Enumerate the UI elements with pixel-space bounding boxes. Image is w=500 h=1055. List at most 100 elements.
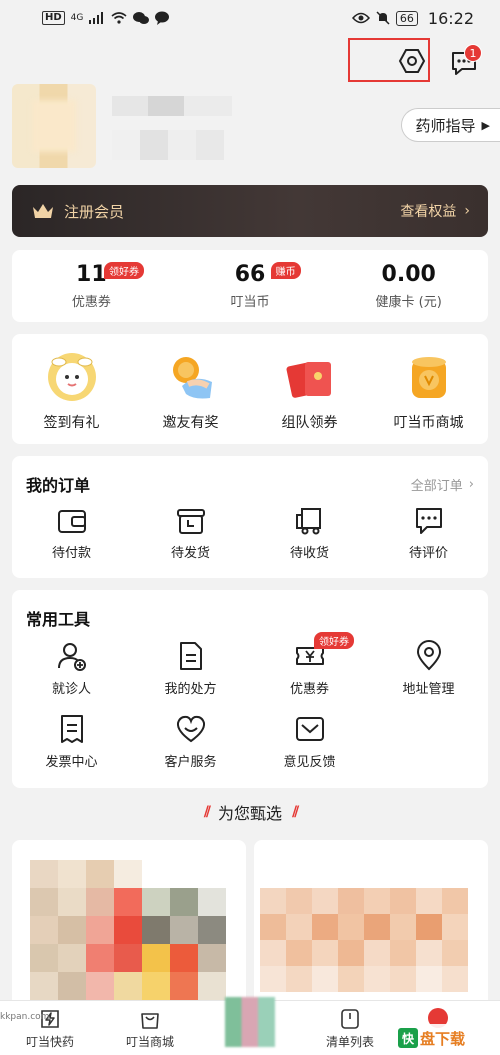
wallet-icon [57,510,86,533]
account-stats: 11 优惠券 领好券 66 叮当币 赚币 0.00 健康卡 (元) [12,250,488,322]
invoice-icon [60,715,83,743]
tool-label: 客户服务 [164,755,217,770]
prescription-icon [179,642,202,670]
nav-mall[interactable]: 叮当商城 [100,1001,200,1055]
promo-checkin[interactable]: 签到有礼 [12,334,131,444]
tool-label: 我的处方 [164,682,217,697]
my-orders-section: 我的订单 全部订单 › 待付款 待发货 待收货 待评价 [12,456,488,578]
nav-quick-medicine[interactable]: 叮当快药 [0,1001,100,1055]
pharmacist-guide-label: 药师指导 [415,116,476,135]
product-card[interactable] [12,840,246,1010]
gift-checkin-icon [47,353,96,401]
promo-coin-mall[interactable]: 叮当币商城 [369,334,488,444]
chat-bubble-icon [155,11,170,25]
logo-text: 盘下载 [420,1029,466,1048]
order-label: 待收货 [289,546,329,561]
promo-label: 邀友有奖 [162,415,219,431]
coupon-tag-badge: 领好券 [314,632,354,649]
chevron-right-icon: › [464,203,470,219]
coupon-tag-badge: 领好券 [104,262,144,279]
order-label: 待发货 [170,546,210,561]
member-banner[interactable]: 注册会员 查看权益 › [12,185,488,237]
tool-coupons[interactable]: 优惠券 领好券 [250,630,369,697]
location-icon [416,640,441,671]
slash-decoration-icon: // [292,804,299,820]
tool-label: 地址管理 [402,682,455,697]
nav-list[interactable]: 清单列表 [300,1001,400,1055]
user-info-blurred [112,130,224,160]
stat-value: 11 [76,262,107,287]
tool-label: 优惠券 [289,682,329,697]
coin-mall-icon [411,357,446,398]
order-pending-payment[interactable]: 待付款 [12,496,131,561]
product-image-blurred [30,860,226,1000]
slash-decoration-icon: // [203,804,211,820]
member-label: 注册会员 [64,202,125,221]
stat-label: 叮当币 [230,295,270,310]
status-bar: HD 4G 66 16:22 [0,0,500,36]
mute-bell-icon [376,11,390,25]
tool-patients[interactable]: 就诊人 [12,630,131,697]
promo-label: 组队领券 [281,415,338,431]
nav-label: 叮当快药 [25,1035,74,1049]
list-icon [341,1009,359,1029]
nav-label: 叮当商城 [125,1035,174,1049]
logo-box: 快 [398,1028,418,1048]
stat-health-card[interactable]: 0.00 健康卡 (元) [329,250,488,322]
tool-customer-service[interactable]: 客户服务 [131,703,250,770]
recommend-title: 为您甄选 [217,804,282,823]
tool-prescriptions[interactable]: 我的处方 [131,630,250,697]
avatar[interactable] [12,84,96,168]
patient-add-icon [57,643,86,671]
site-logo: 快 盘下载 [398,1024,494,1052]
wechat-icon [133,12,150,24]
stat-coins[interactable]: 66 叮当币 赚币 [171,250,330,322]
tool-label: 发票中心 [45,755,98,770]
stat-label: 优惠券 [71,295,111,310]
message-badge: 1 [464,44,482,62]
tool-feedback[interactable]: 意见反馈 [250,703,369,770]
promo-label: 叮当币商城 [393,415,464,431]
stat-value: 66 [234,262,266,287]
truck-icon [295,508,321,535]
promo-invite[interactable]: 邀友有奖 [131,334,250,444]
tool-label: 就诊人 [51,682,91,697]
tool-invoices[interactable]: 发票中心 [12,703,131,770]
promo-label: 签到有礼 [43,415,100,431]
hd-indicator: HD [42,11,65,25]
member-benefits-link[interactable]: 查看权益 [400,201,456,221]
tool-empty-slot [369,703,488,770]
product-card[interactable] [254,840,488,1010]
battery-level: 66 [395,10,418,26]
chevron-right-icon: › [468,476,474,492]
signal-icon [89,12,104,24]
tool-address[interactable]: 地址管理 [369,630,488,697]
promo-team-coupon[interactable]: 组队领券 [250,334,369,444]
order-label: 待付款 [51,546,91,561]
nav-center-blurred[interactable] [200,997,300,1055]
order-pending-review[interactable]: 待评价 [369,496,488,561]
order-pending-receive[interactable]: 待收货 [250,496,369,561]
watermark-text: kkpan.com [0,1012,50,1022]
crown-icon [33,204,53,218]
all-orders-link[interactable]: 全部订单 › [411,475,474,494]
wifi-icon [111,12,127,24]
comment-icon [415,508,442,534]
username-blurred [112,96,232,116]
order-pending-ship[interactable]: 待发货 [131,496,250,561]
pharmacist-guide-button[interactable]: 药师指导 ▶ [400,108,500,142]
network-type: 4G [70,13,84,23]
orders-title: 我的订单 [26,476,91,495]
center-blur-icon [225,997,275,1047]
eye-icon [351,12,370,24]
settings-gear-icon[interactable] [398,48,426,74]
earn-coin-badge: 赚币 [270,262,301,279]
feedback-mail-icon [295,717,324,741]
shopping-bag-icon [141,1013,159,1029]
service-heart-icon [176,715,205,743]
stat-coupons[interactable]: 11 优惠券 领好券 [12,250,171,322]
red-envelope-icon [286,362,331,398]
invite-coin-icon [172,357,212,399]
recommend-heading: // 为您甄选 // [0,800,500,824]
order-label: 待评价 [408,546,448,561]
